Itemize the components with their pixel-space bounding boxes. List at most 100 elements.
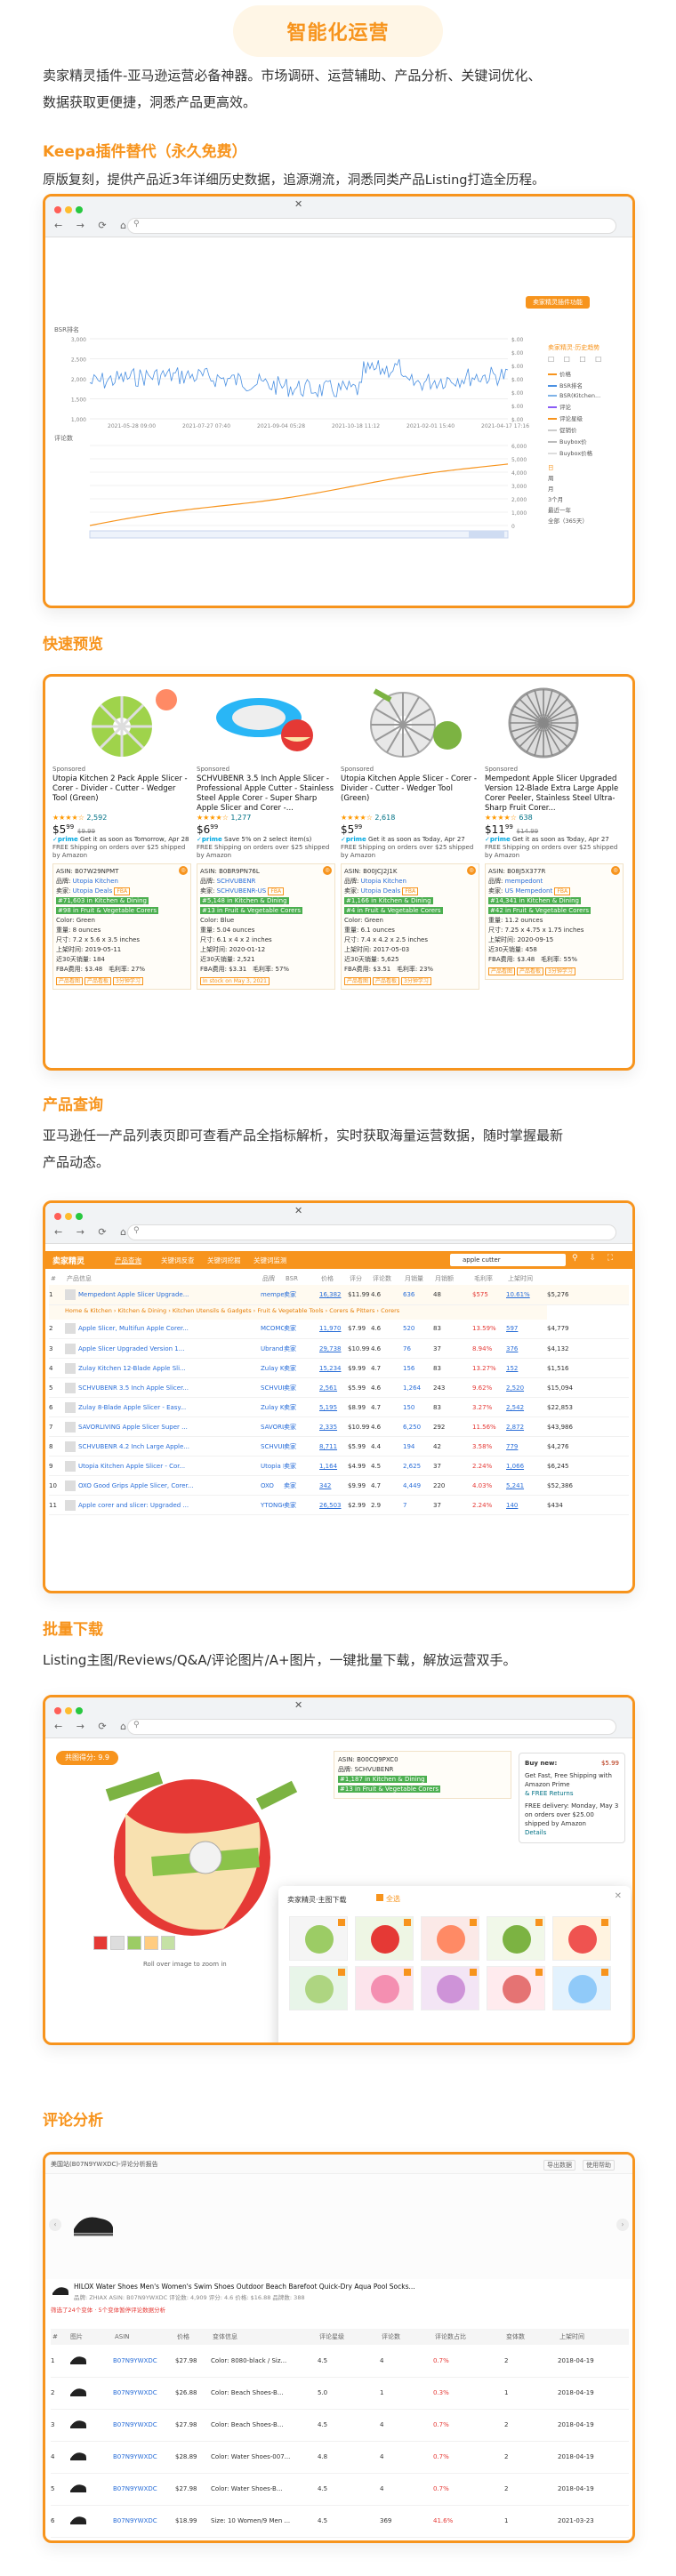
star-rating[interactable]: ★★★★☆ 638 (485, 814, 624, 822)
legend-item[interactable]: 价格 (548, 369, 628, 378)
product-preview-card[interactable]: Sponsored Utopia Kitchen 2 Pack Apple Sl… (52, 682, 191, 1064)
keyword-search-input[interactable]: apple cutter (450, 1254, 566, 1266)
close-tab-icon[interactable]: ✕ (294, 1699, 302, 1711)
carousel-next-icon[interactable]: › (616, 2219, 629, 2231)
downloadable-image[interactable] (552, 1916, 611, 1961)
nav-arrows[interactable]: ← → ⟳ ⌂ (54, 1721, 132, 1732)
range-option[interactable]: 周 (548, 473, 628, 482)
table-header[interactable]: 评论数 (380, 2329, 433, 2345)
range-option[interactable]: 3个月 (548, 494, 628, 503)
range-option[interactable]: 全部（365天） (548, 516, 628, 525)
sprite-logo-icon[interactable]: ◎ (467, 866, 476, 875)
range-option[interactable]: 日 (548, 462, 628, 471)
table-row[interactable]: 11 Apple corer and slicer: Upgraded ... … (49, 1495, 629, 1515)
action-tag[interactable]: 3分钟学习 (545, 967, 575, 975)
action-tag[interactable]: 3分钟学习 (113, 977, 143, 985)
table-header[interactable]: 月销额 (433, 1272, 472, 1285)
table-row[interactable]: 3 Apple Slicer Upgraded Version 1... Ubr… (49, 1338, 629, 1359)
product-title[interactable]: Utopia Kitchen Apple Slicer - Corer - Di… (341, 774, 479, 814)
legend-item[interactable]: Buybox价格 (548, 448, 628, 457)
address-bar[interactable]: ⚲ (127, 1224, 616, 1240)
table-row[interactable]: 1 Mempedont Apple Slicer Upgrade... memp… (49, 1285, 629, 1304)
star-rating[interactable]: ★★★★☆ 2,618 (341, 814, 479, 822)
legend-item[interactable]: Buybox价 (548, 437, 628, 445)
table-header[interactable]: 图片 (68, 2329, 113, 2345)
downloadable-image[interactable] (355, 1916, 414, 1961)
star-rating[interactable]: ★★★★☆ 2,592 (52, 814, 191, 822)
product-image[interactable] (485, 682, 624, 762)
product-preview-card[interactable]: Sponsored Mempedont Apple Slicer Upgrade… (485, 682, 624, 1064)
table-header[interactable]: BSR (284, 1272, 319, 1285)
action-tag[interactable]: In stock on May 3, 2021 (200, 977, 270, 985)
table-row[interactable]: 4 Zulay Kitchen 12-Blade Apple Sli... Zu… (49, 1358, 629, 1378)
table-row[interactable]: 5 SCHVUBENR 3.5 Inch Apple Slicer... SCH… (49, 1377, 629, 1398)
thumbnail[interactable] (144, 1936, 158, 1950)
table-header[interactable]: 毛利率 (472, 1272, 506, 1285)
downloadable-image[interactable] (289, 1916, 348, 1961)
downloadable-image[interactable] (421, 1966, 479, 2010)
legend-item[interactable]: BSR排名 (548, 381, 628, 389)
table-header[interactable]: 评论数 (371, 1272, 403, 1285)
table-header[interactable] (198, 1272, 261, 1285)
thumbnail[interactable] (127, 1936, 141, 1950)
table-header[interactable]: 月销量 (403, 1272, 433, 1285)
toolbar-tab[interactable]: 产品查询 (115, 1256, 141, 1265)
table-header[interactable]: # (51, 2329, 68, 2345)
action-tag[interactable]: 产品看图 (488, 967, 516, 975)
action-tag[interactable]: 产品看板 (84, 977, 112, 985)
product-title[interactable]: SCHVUBENR 3.5 Inch Apple Slicer - Profes… (197, 774, 335, 814)
toolbar-tab[interactable]: 关键词反查 (161, 1256, 195, 1265)
table-header[interactable]: 变体数 (504, 2329, 558, 2345)
downloadable-image[interactable] (421, 1916, 479, 1961)
nav-arrows[interactable]: ← → ⟳ ⌂ (54, 1226, 132, 1238)
action-tag[interactable]: 产品看图 (344, 977, 372, 985)
action-tag[interactable]: 产品看板 (373, 977, 400, 985)
product-image[interactable] (197, 682, 335, 762)
action-tag[interactable]: 3分钟学习 (401, 977, 431, 985)
product-preview-card[interactable]: Sponsored SCHVUBENR 3.5 Inch Apple Slice… (197, 682, 335, 1064)
sprite-logo-icon[interactable]: ◎ (611, 866, 620, 875)
table-header[interactable]: 评论数占比 (433, 2329, 504, 2345)
sprite-logo-icon[interactable]: ◎ (323, 866, 332, 875)
legend-item[interactable]: 评论 (548, 402, 628, 411)
table-header[interactable]: # (49, 1272, 65, 1285)
table-row[interactable]: 6 Zulay 8-Blade Apple Slicer - Easy... Z… (49, 1397, 629, 1417)
thumbnail[interactable] (161, 1936, 175, 1950)
table-row[interactable]: 9 Utopia Kitchen Apple Slicer - Cor... U… (49, 1456, 629, 1476)
range-option[interactable]: 最近一年 (548, 505, 628, 514)
downloadable-image[interactable] (552, 1966, 611, 2010)
downloadable-image[interactable] (487, 1966, 545, 2010)
legend-item[interactable]: 促销价 (548, 425, 628, 434)
legend-tools[interactable]: ☐ ☐ ☐ ☐ (548, 356, 628, 364)
table-row[interactable]: 7 SAVORLIVING Apple Slicer Super ... SAV… (49, 1416, 629, 1437)
table-row[interactable]: 2 B07N9YWXDC $26.88 Color: Beach Shoes-B… (51, 2377, 629, 2409)
downloadable-image[interactable] (487, 1916, 545, 1961)
carousel-prev-icon[interactable]: ‹ (49, 2219, 61, 2231)
range-option[interactable]: 月 (548, 484, 628, 493)
legend-item[interactable]: BSR(Kitchen... (548, 392, 628, 399)
product-preview-card[interactable]: Sponsored Utopia Kitchen Apple Slicer - … (341, 682, 479, 1064)
table-row[interactable]: 1 B07N9YWXDC $27.98 Color: 8080-black / … (51, 2345, 629, 2377)
table-header[interactable]: 上架时间 (558, 2329, 629, 2345)
legend-item[interactable]: 评论星级 (548, 413, 628, 422)
table-header[interactable]: 评分 (348, 1272, 371, 1285)
thumbnail[interactable] (110, 1936, 125, 1950)
table-row[interactable]: 4 B07N9YWXDC $28.89 Color: Water Shoes-0… (51, 2441, 629, 2473)
details-link[interactable]: Details (525, 1828, 619, 1837)
table-header[interactable]: 价格 (319, 1272, 348, 1285)
header-link[interactable]: 使用帮助 (583, 2160, 615, 2171)
table-header[interactable]: 变体信息 (211, 2329, 318, 2345)
table-row[interactable]: 5 B07N9YWXDC $27.98 Color: Water Shoes-B… (51, 2473, 629, 2505)
downloadable-image[interactable] (355, 1966, 414, 2010)
table-row[interactable]: 6 B07N9YWXDC $18.99 Size: 10 Women/9 Men… (51, 2505, 629, 2537)
table-row[interactable]: 2 Apple Slicer, Multifun Apple Corer... … (49, 1319, 629, 1339)
close-icon[interactable]: ✕ (615, 1891, 622, 1901)
table-header[interactable]: ASIN (113, 2329, 175, 2345)
select-all-checkbox[interactable]: 全选 (376, 1894, 400, 1904)
table-header[interactable]: 产品信息 (65, 1272, 198, 1285)
downloadable-image[interactable] (289, 1966, 348, 2010)
close-tab-icon[interactable]: ✕ (294, 1205, 302, 1216)
toolbar-icons[interactable]: ⚲ ⇩ ⛶ (572, 1254, 617, 1263)
product-title[interactable]: Mempedont Apple Slicer Upgraded Version … (485, 774, 624, 814)
star-rating[interactable]: ★★★★☆ 1,277 (197, 814, 335, 822)
